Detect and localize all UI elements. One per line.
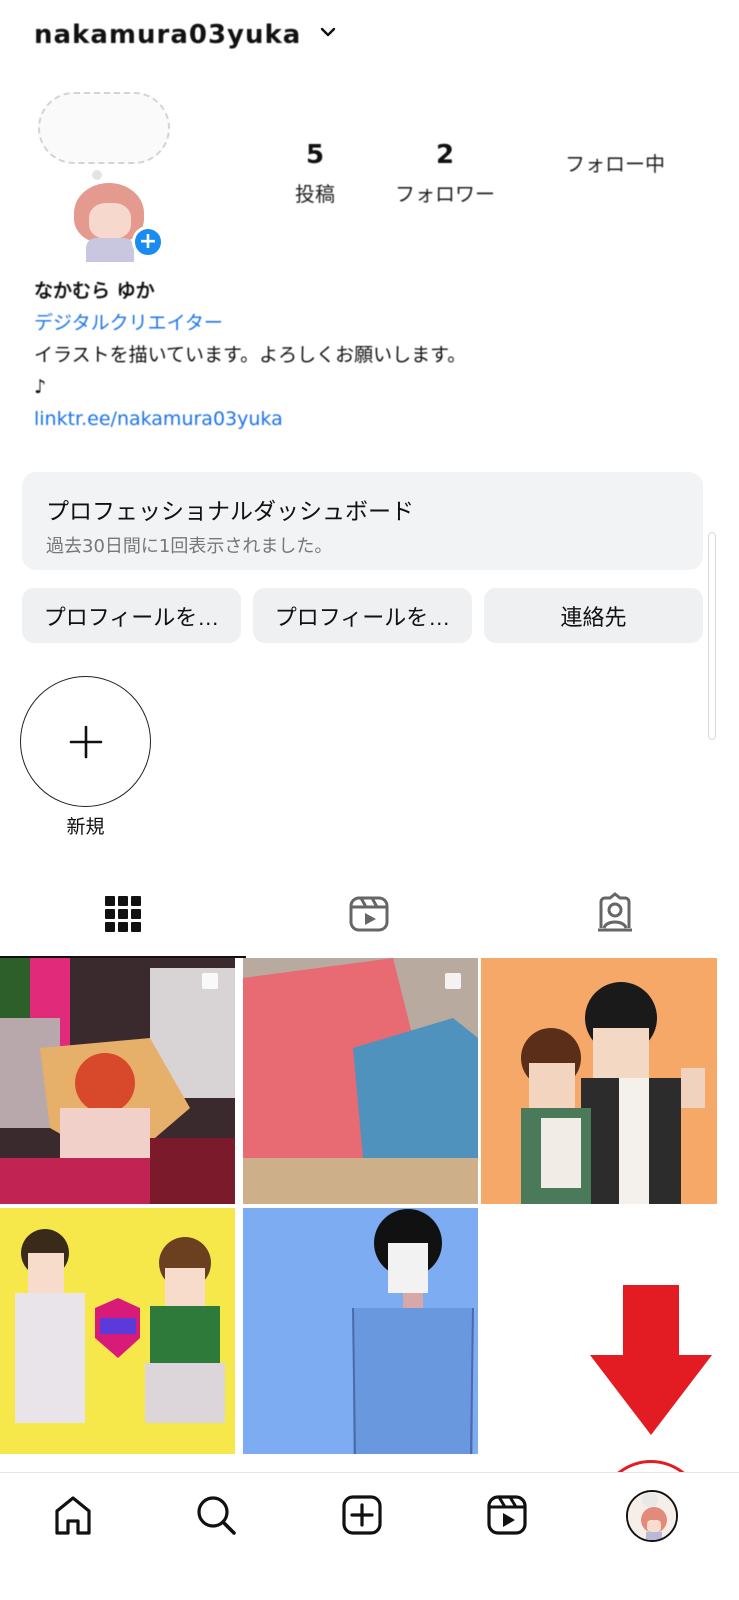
tab-tagged[interactable] <box>492 870 738 958</box>
username-title[interactable]: nakamura03yuka <box>34 20 301 50</box>
stat-following[interactable]: フォロー中 <box>540 140 690 177</box>
bio-text-line2: ♪ <box>34 376 47 398</box>
post-thumbnail-1[interactable] <box>0 958 235 1204</box>
reels-icon <box>487 1495 527 1535</box>
post-image-1 <box>0 958 235 1204</box>
post-image-4 <box>0 1208 235 1454</box>
annotation-arrow-icon <box>590 1285 712 1435</box>
dashboard-subtitle: 過去30日間に1回表示されました。 <box>46 536 333 557</box>
new-highlight-label: 新規 <box>66 816 105 838</box>
post-image-5 <box>243 1208 478 1454</box>
avatar-body <box>86 238 134 262</box>
bio-category: デジタルクリエイター <box>34 312 223 334</box>
new-highlight-button[interactable] <box>20 676 151 807</box>
profile-actions: プロフィールを… プロフィールを… 連絡先 <box>22 588 703 643</box>
nav-profile-avatar[interactable] <box>626 1490 678 1542</box>
home-icon <box>55 1496 91 1535</box>
tagged-icon <box>598 892 632 932</box>
post-image-3 <box>481 958 717 1204</box>
post-thumbnail-4[interactable] <box>0 1208 235 1454</box>
content-tabs <box>0 870 739 958</box>
tab-reels[interactable] <box>246 870 492 958</box>
contact-button[interactable]: 連絡先 <box>484 588 703 643</box>
nav-search[interactable] <box>192 1491 240 1539</box>
share-profile-button[interactable]: プロフィールを… <box>253 588 472 643</box>
stat-followers-label: フォロワー <box>395 182 495 206</box>
reels-icon <box>349 896 389 932</box>
stat-followers-count: 2 <box>435 140 455 170</box>
chevron-down-icon[interactable] <box>318 22 338 42</box>
stat-posts-count: 5 <box>305 140 325 170</box>
professional-dashboard[interactable]: プロフェッショナルダッシュボード 過去30日間に1回表示されました。 <box>22 472 703 570</box>
post-image-2 <box>243 958 478 1204</box>
stat-following-label: フォロー中 <box>565 152 665 176</box>
add-story-icon[interactable]: + <box>132 226 164 258</box>
multi-post-icon <box>202 973 218 989</box>
scrollbar[interactable] <box>708 532 716 740</box>
system-bar <box>0 1557 739 1600</box>
tab-posts[interactable] <box>0 870 246 958</box>
profile-stats: 5 投稿 2 フォロワー フォロー中 <box>240 140 710 220</box>
profile-bio: なかむら ゆか デジタルクリエイター イラストを描いています。よろしくお願いしま… <box>34 275 704 435</box>
nav-home[interactable] <box>49 1491 97 1539</box>
create-icon <box>342 1495 382 1535</box>
thought-dot <box>92 170 102 180</box>
stat-posts-label: 投稿 <box>295 182 335 206</box>
nav-create[interactable] <box>338 1491 386 1539</box>
avatar-face <box>89 203 131 239</box>
bio-link[interactable]: linktr.ee/nakamura03yuka <box>34 403 704 435</box>
bio-name: なかむら ゆか <box>34 280 155 302</box>
grid-icon <box>105 896 141 932</box>
stat-posts[interactable]: 5 投稿 <box>240 140 390 207</box>
profile-header: nakamura03yuka <box>0 0 739 80</box>
search-icon <box>197 1496 236 1535</box>
stat-followers[interactable]: 2 フォロワー <box>370 140 520 207</box>
plus-icon <box>69 725 102 758</box>
post-thumbnail-5[interactable] <box>243 1208 478 1454</box>
bio-text-line1: イラストを描いています。よろしくお願いします。 <box>34 344 467 366</box>
dashboard-title: プロフェッショナルダッシュボード <box>46 499 414 525</box>
multi-post-icon <box>445 973 461 989</box>
edit-profile-button[interactable]: プロフィールを… <box>22 588 241 643</box>
post-thumbnail-3[interactable] <box>481 958 717 1204</box>
nav-reels[interactable] <box>483 1491 531 1539</box>
thought-bubble <box>38 92 170 164</box>
post-thumbnail-2[interactable] <box>243 958 478 1204</box>
